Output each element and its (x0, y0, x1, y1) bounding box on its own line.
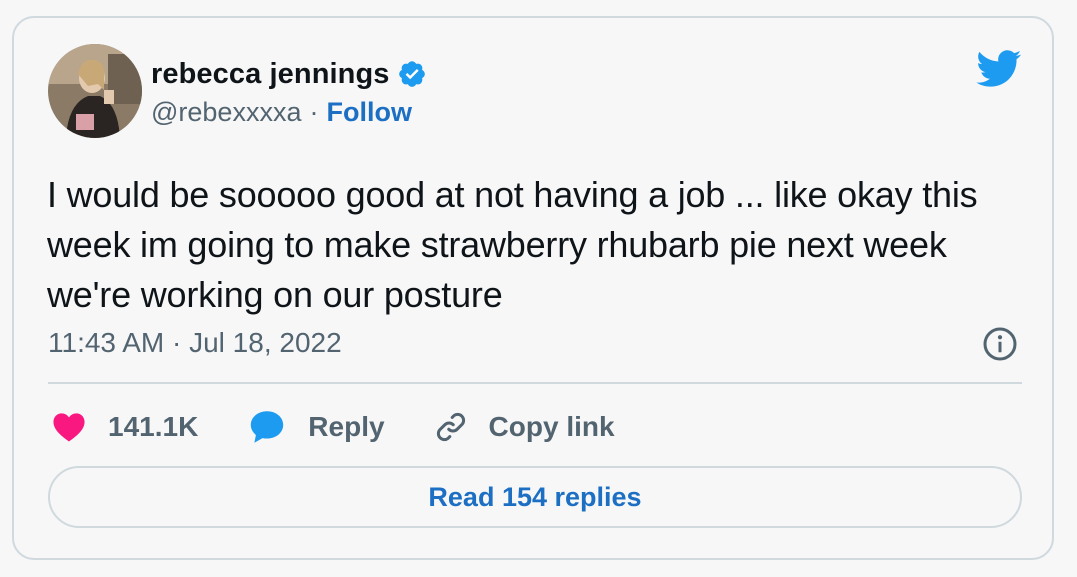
link-icon (436, 412, 465, 442)
copy-link-button[interactable]: Copy link (433, 409, 615, 445)
reply-label: Reply (308, 411, 385, 442)
tweet-text: I would be sooooo good at not having a j… (47, 174, 978, 315)
author-handle[interactable]: @rebexxxxa (151, 97, 301, 128)
info-icon[interactable] (982, 326, 1018, 362)
follow-button[interactable]: Follow (326, 97, 411, 128)
reply-button[interactable]: Reply (248, 409, 385, 445)
tweet-timestamp[interactable]: 11:43 AM · Jul 18, 2022 (48, 327, 342, 359)
like-button[interactable]: 141.1K (52, 411, 198, 443)
verified-badge-icon (398, 61, 425, 87)
handle-separator: · (309, 96, 319, 127)
tweet-card: rebecca jennings @rebexxxxa · Follow I w… (12, 16, 1054, 560)
twitter-bird-icon[interactable] (976, 50, 1022, 88)
copy-link-label: Copy link (488, 411, 615, 442)
heart-icon (53, 413, 85, 442)
author-display-name[interactable]: rebecca jennings (151, 58, 390, 91)
read-replies-button[interactable]: Read 154 replies (48, 466, 1022, 528)
divider (48, 382, 1022, 384)
avatar[interactable] (48, 44, 142, 138)
action-bar: 141.1K Reply Copy link (52, 406, 615, 448)
like-count: 141.1K (108, 411, 199, 442)
speech-bubble-icon (251, 411, 284, 443)
